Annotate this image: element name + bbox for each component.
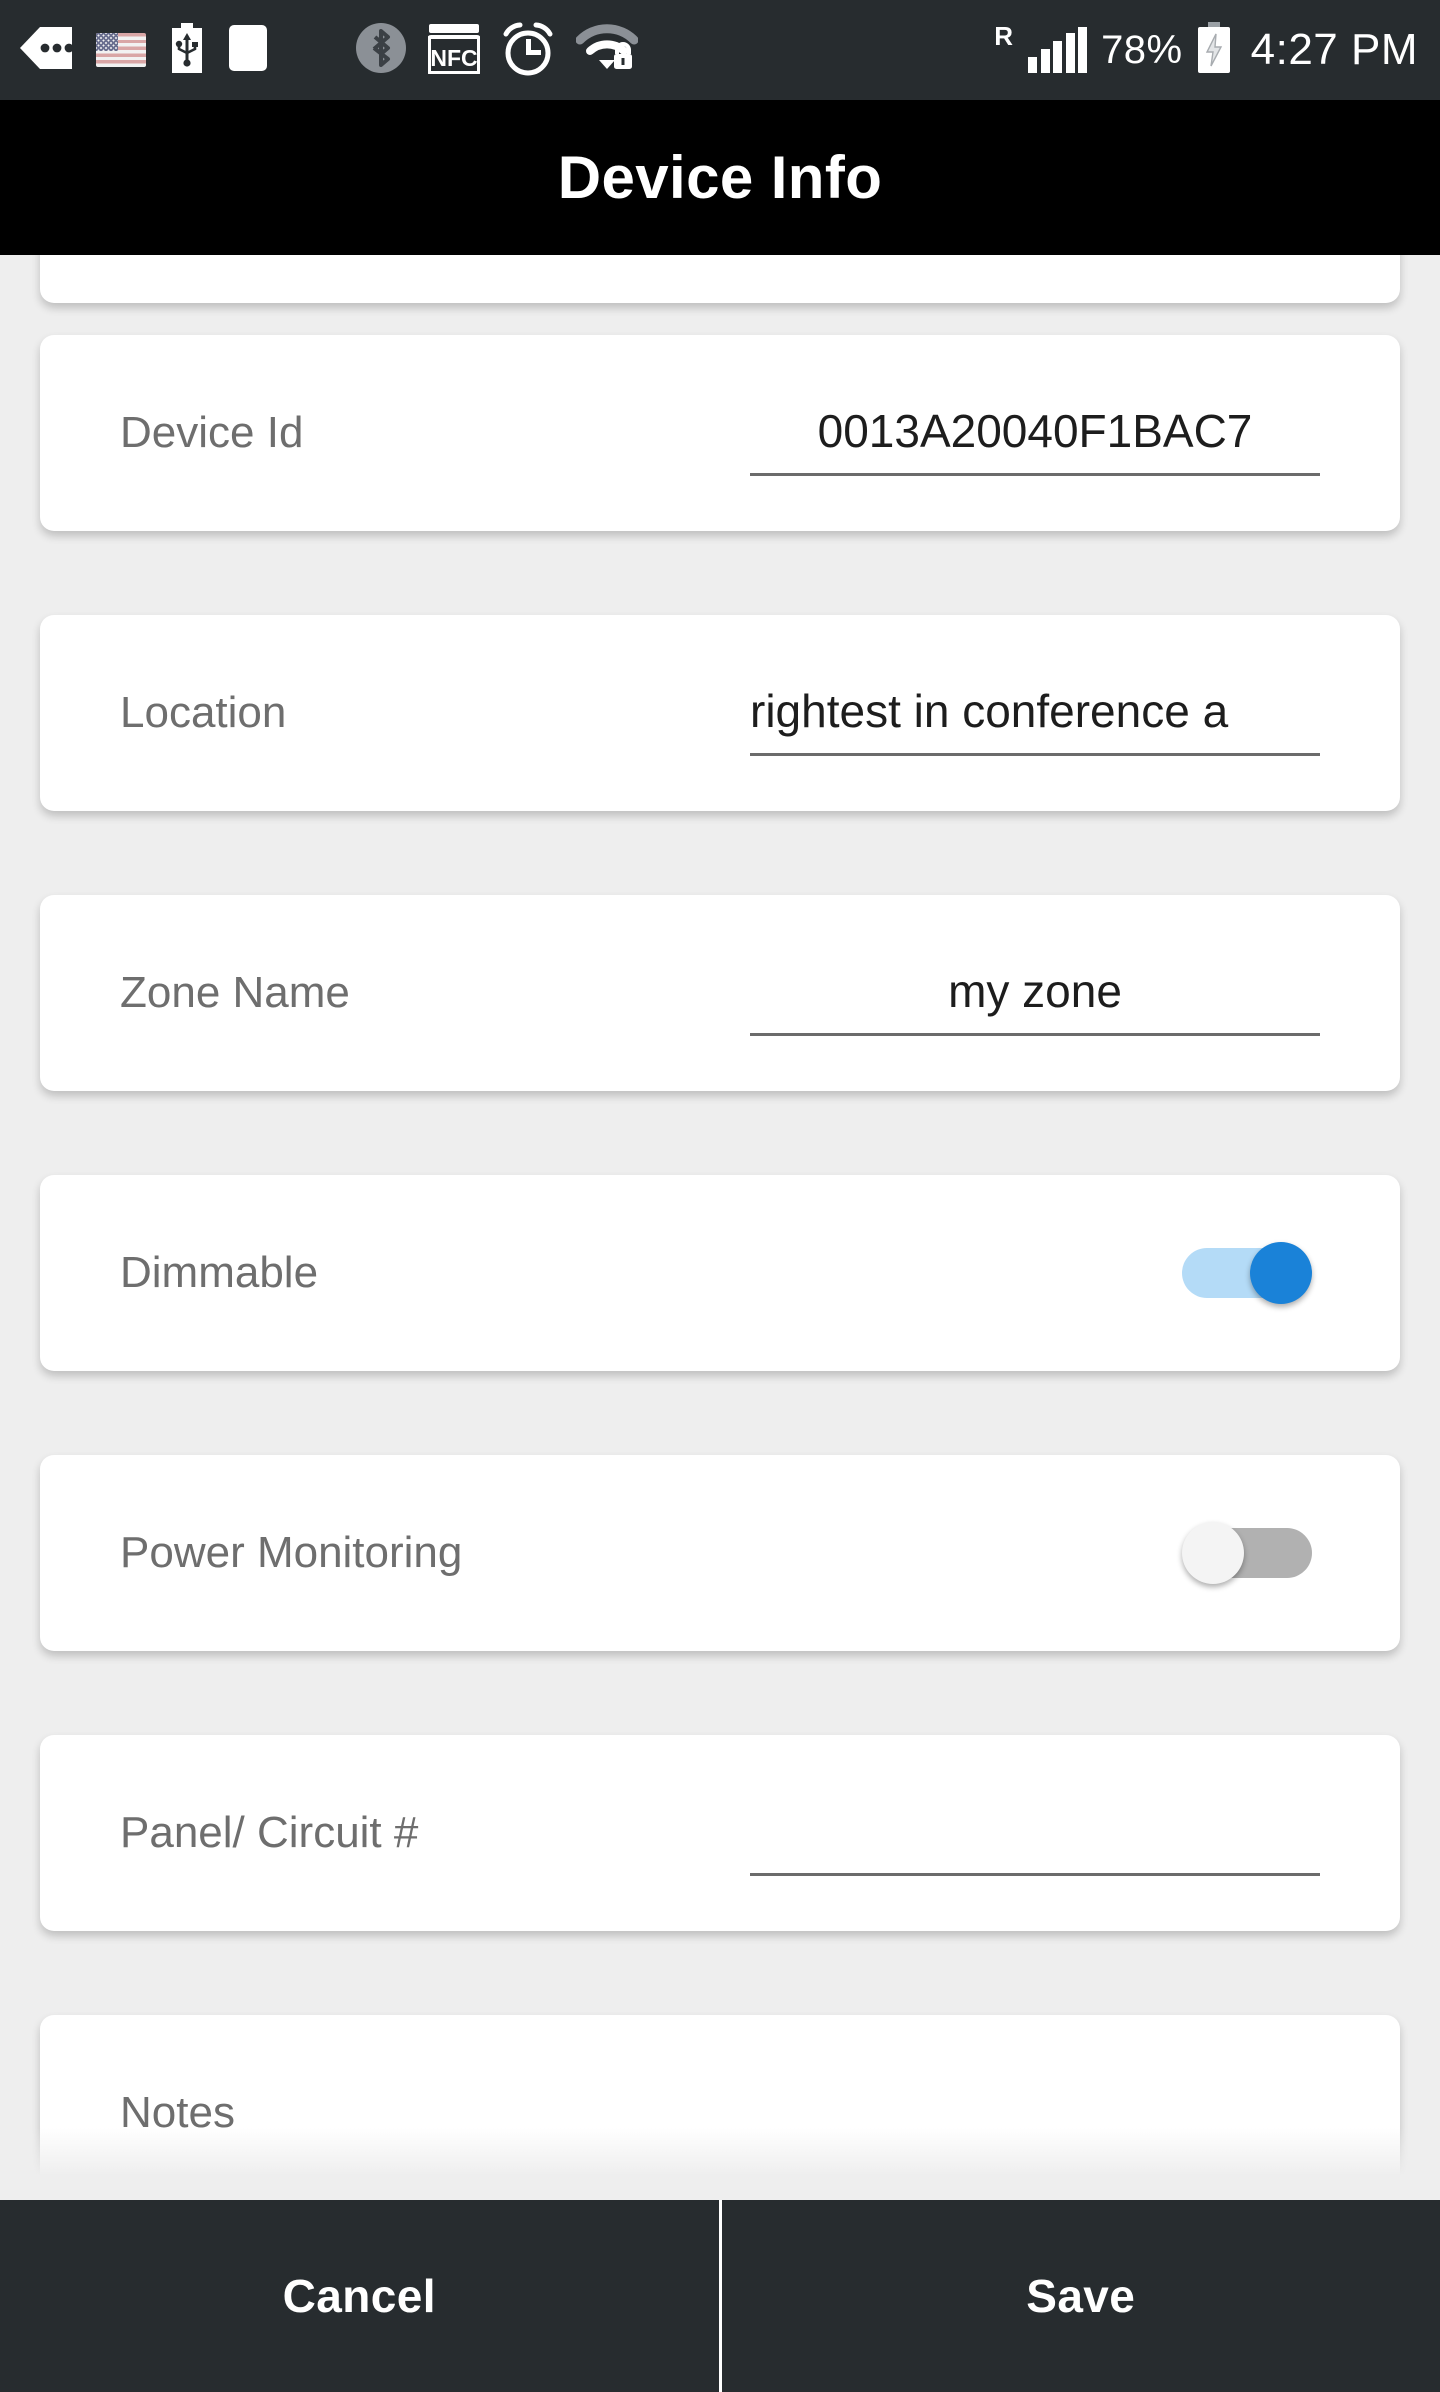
field-underline (750, 1873, 1320, 1876)
svg-text:NFC: NFC (430, 45, 477, 71)
blank-card-icon (228, 24, 268, 77)
status-bar: NFC R 78% 4:27 PM (0, 0, 1440, 100)
field-row-dimmable: Dimmable (40, 1175, 1400, 1371)
field-underline (750, 473, 1320, 476)
wifi-secure-icon (575, 22, 639, 79)
action-bar: Cancel Save (0, 2200, 1440, 2392)
us-flag-icon (96, 33, 146, 67)
zone-name-input[interactable]: my zone (750, 950, 1320, 1036)
battery-charging-icon (1197, 21, 1231, 79)
power-monitoring-toggle[interactable] (1182, 1522, 1312, 1584)
bluetooth-icon (354, 21, 408, 80)
device-info-screen: NFC R 78% 4:27 PM Device Info Device Id … (0, 0, 1440, 2392)
field-label-dimmable: Dimmable (120, 1248, 319, 1297)
form-card-panel-circuit[interactable]: Panel/ Circuit # (40, 1735, 1400, 1931)
form-card-notes[interactable]: Notes (40, 2015, 1400, 2190)
location-input[interactable]: rightest in conference a (750, 670, 1320, 756)
save-button[interactable]: Save (721, 2200, 1440, 2392)
field-label-panel-circuit: Panel/ Circuit # (120, 1808, 419, 1857)
form-scroll-area[interactable]: Device Id 0013A20040F1BAC7 Location righ… (0, 255, 1440, 2190)
notes-input[interactable] (750, 2070, 1320, 2156)
cellular-signal-icon (1028, 27, 1088, 73)
toggle-thumb (1250, 1242, 1312, 1304)
field-underline (750, 1033, 1320, 1036)
form-card-device-id[interactable]: Device Id 0013A20040F1BAC7 (40, 335, 1400, 531)
form-card-power-monitoring[interactable]: Power Monitoring (40, 1455, 1400, 1651)
title-bar: Device Info (0, 100, 1440, 255)
status-bar-right-group: R 78% 4:27 PM (994, 21, 1418, 79)
nfc-icon: NFC (427, 22, 481, 79)
field-value-device-id: 0013A20040F1BAC7 (817, 405, 1253, 457)
field-row-power-monitoring: Power Monitoring (40, 1455, 1400, 1651)
field-row-location: Location rightest in conference a (40, 615, 1400, 811)
field-label-notes: Notes (120, 2088, 235, 2137)
field-value-location: rightest in conference a (750, 685, 1229, 737)
field-value-zone-name: my zone (948, 965, 1122, 1017)
roaming-indicator: R (994, 21, 1014, 51)
dimmable-toggle[interactable] (1182, 1242, 1312, 1304)
status-bar-left-icons (18, 22, 268, 78)
form-card-location[interactable]: Location rightest in conference a (40, 615, 1400, 811)
form-card-partial-top[interactable] (40, 255, 1400, 303)
field-row-notes: Notes (40, 2015, 1400, 2190)
notifications-more-icon (18, 25, 74, 76)
page-title: Device Info (557, 144, 883, 211)
field-underline (750, 753, 1320, 756)
device-id-input[interactable]: 0013A20040F1BAC7 (750, 390, 1320, 476)
form-card-zone-name[interactable]: Zone Name my zone (40, 895, 1400, 1091)
field-row-zone-name: Zone Name my zone (40, 895, 1400, 1091)
field-label-power-monitoring: Power Monitoring (120, 1528, 463, 1577)
field-row-panel-circuit: Panel/ Circuit # (40, 1735, 1400, 1931)
field-label-device-id: Device Id (120, 408, 304, 457)
form-card-dimmable[interactable]: Dimmable (40, 1175, 1400, 1371)
clock-label: 4:27 PM (1250, 25, 1418, 74)
status-bar-mid-icons: NFC (354, 20, 639, 81)
battery-percent-label: 78% (1101, 27, 1183, 72)
panel-circuit-input[interactable] (750, 1790, 1320, 1876)
toggle-thumb (1182, 1522, 1244, 1584)
alarm-clock-icon (500, 20, 556, 81)
cancel-button[interactable]: Cancel (0, 2200, 722, 2392)
field-row-device-id: Device Id 0013A20040F1BAC7 (40, 335, 1400, 531)
usb-icon (168, 22, 206, 78)
field-label-location: Location (120, 688, 287, 737)
field-label-zone-name: Zone Name (120, 968, 350, 1017)
